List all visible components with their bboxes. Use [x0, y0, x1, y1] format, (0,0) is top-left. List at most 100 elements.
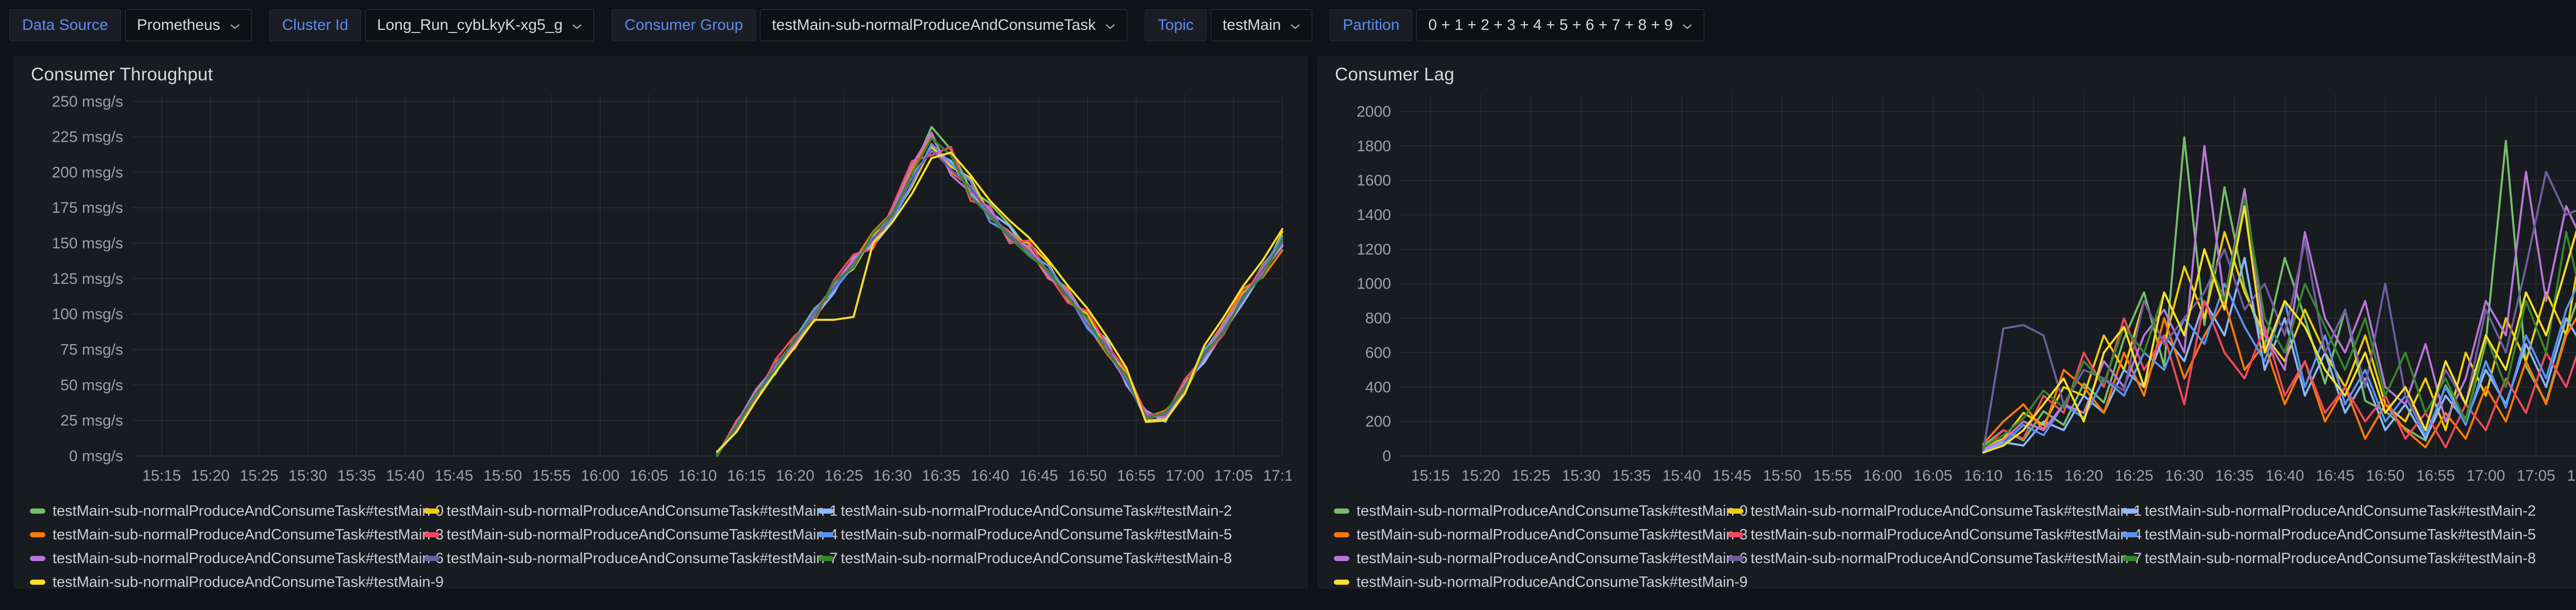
y-tick-label: 1600: [1357, 172, 1391, 189]
legend-label: testMain-sub-normalProduceAndConsumeTask…: [1751, 527, 2142, 544]
x-tick-label: 17:00: [1165, 467, 1204, 484]
x-tick-label: 16:55: [2416, 467, 2455, 484]
series-color-swatch: [424, 532, 439, 537]
legend-label: testMain-sub-normalProduceAndConsumeTask…: [53, 527, 444, 544]
x-tick-label: 15:55: [1813, 467, 1852, 484]
legend-label: testMain-sub-normalProduceAndConsumeTask…: [841, 550, 1232, 567]
series-color-swatch: [2122, 556, 2138, 561]
legend-item-0[interactable]: testMain-sub-normalProduceAndConsumeTask…: [30, 503, 424, 520]
legend-item-8[interactable]: testMain-sub-normalProduceAndConsumeTask…: [818, 550, 1212, 567]
lag-chart[interactable]: 15:1515:2015:2515:3015:3515:4015:4515:50…: [1331, 87, 2576, 499]
legend-item-5[interactable]: testMain-sub-normalProduceAndConsumeTask…: [2122, 527, 2516, 544]
legend-item-3[interactable]: testMain-sub-normalProduceAndConsumeTask…: [30, 527, 424, 544]
series-line-7: [717, 149, 1282, 454]
legend-item-6[interactable]: testMain-sub-normalProduceAndConsumeTask…: [30, 550, 424, 567]
series-line-2: [717, 151, 1282, 456]
legend-item-1[interactable]: testMain-sub-normalProduceAndConsumeTask…: [1728, 503, 2122, 520]
variable-select-partition[interactable]: 0 + 1 + 2 + 3 + 4 + 5 + 6 + 7 + 8 + 9: [1416, 9, 1704, 41]
chevron-down-icon: [1290, 23, 1300, 30]
x-tick-label: 17:05: [2517, 467, 2555, 484]
series-color-swatch: [1334, 580, 1349, 585]
y-tick-label: 400: [1365, 379, 1391, 396]
x-tick-label: 16:10: [679, 467, 717, 484]
legend-item-4[interactable]: testMain-sub-normalProduceAndConsumeTask…: [1728, 527, 2122, 544]
x-tick-label: 15:45: [435, 467, 473, 484]
legend-item-8[interactable]: testMain-sub-normalProduceAndConsumeTask…: [2122, 550, 2516, 567]
x-tick-label: 16:55: [1117, 467, 1156, 484]
variable-value-data-source: Prometheus: [137, 16, 221, 34]
y-tick-label: 800: [1365, 310, 1391, 327]
x-tick-label: 16:50: [1068, 467, 1107, 484]
x-tick-label: 15:25: [240, 467, 278, 484]
series-color-swatch: [2122, 509, 2138, 514]
throughput-chart[interactable]: 15:1515:2015:2515:3015:3515:4015:4515:50…: [27, 87, 1292, 499]
legend: testMain-sub-normalProduceAndConsumeTask…: [1334, 499, 2576, 594]
variable-select-topic[interactable]: testMain: [1211, 9, 1312, 41]
legend-item-2[interactable]: testMain-sub-normalProduceAndConsumeTask…: [2122, 503, 2516, 520]
legend-label: testMain-sub-normalProduceAndConsumeTask…: [2145, 527, 2536, 544]
legend-item-2[interactable]: testMain-sub-normalProduceAndConsumeTask…: [818, 503, 1212, 520]
legend-item-7[interactable]: testMain-sub-normalProduceAndConsumeTask…: [424, 550, 818, 567]
y-tick-label: 200 msg/s: [52, 164, 123, 181]
y-tick-label: 150 msg/s: [52, 235, 123, 252]
series-line-6: [1984, 146, 2576, 449]
legend-item-9[interactable]: testMain-sub-normalProduceAndConsumeTask…: [1334, 574, 1728, 591]
legend-label: testMain-sub-normalProduceAndConsumeTask…: [1357, 574, 1748, 591]
variable-topic: Topic testMain: [1145, 9, 1312, 41]
series-color-swatch: [818, 532, 834, 537]
variable-partition: Partition 0 + 1 + 2 + 3 + 4 + 5 + 6 + 7 …: [1330, 9, 1704, 41]
legend-item-7[interactable]: testMain-sub-normalProduceAndConsumeTask…: [1728, 550, 2122, 567]
dashboard-variables-bar: Data Source Prometheus Cluster Id Long_R…: [9, 7, 2567, 43]
legend-label: testMain-sub-normalProduceAndConsumeTask…: [2145, 503, 2536, 520]
x-tick-label: 16:20: [2064, 467, 2103, 484]
y-tick-label: 25 msg/s: [60, 412, 123, 429]
x-tick-label: 16:20: [776, 467, 815, 484]
x-tick-label: 16:00: [1863, 467, 1902, 484]
panel-title: Consumer Throughput: [31, 64, 213, 85]
series-color-swatch: [30, 556, 45, 561]
variable-select-cluster-id[interactable]: Long_Run_cybLkyK-xg5_g: [365, 9, 594, 41]
series-line-6: [717, 132, 1282, 456]
x-tick-label: 16:15: [727, 467, 766, 484]
legend-item-6[interactable]: testMain-sub-normalProduceAndConsumeTask…: [1334, 550, 1728, 567]
legend-label: testMain-sub-normalProduceAndConsumeTask…: [447, 527, 838, 544]
variable-label-consumer-group: Consumer Group: [612, 9, 756, 41]
variable-select-consumer-group[interactable]: testMain-sub-normalProduceAndConsumeTask: [760, 9, 1127, 41]
y-tick-label: 1800: [1357, 138, 1391, 155]
legend-label: testMain-sub-normalProduceAndConsumeTask…: [1751, 503, 2142, 520]
series-line-5: [717, 144, 1282, 453]
variable-consumer-group: Consumer Group testMain-sub-normalProduc…: [612, 9, 1127, 41]
x-tick-label: 15:20: [1462, 467, 1500, 484]
chevron-down-icon: [230, 23, 240, 30]
series-line-9: [717, 152, 1282, 452]
x-tick-label: 16:10: [1964, 467, 2003, 484]
y-tick-label: 225 msg/s: [52, 129, 123, 146]
series-color-swatch: [30, 580, 45, 585]
x-tick-label: 16:15: [2014, 467, 2053, 484]
legend-item-0[interactable]: testMain-sub-normalProduceAndConsumeTask…: [1334, 503, 1728, 520]
x-tick-label: 15:15: [142, 467, 181, 484]
y-tick-label: 0: [1382, 448, 1391, 465]
series-color-swatch: [30, 509, 45, 514]
legend-label: testMain-sub-normalProduceAndConsumeTask…: [447, 503, 838, 520]
y-tick-label: 100 msg/s: [52, 306, 123, 323]
legend-item-9[interactable]: testMain-sub-normalProduceAndConsumeTask…: [30, 574, 424, 591]
legend-item-5[interactable]: testMain-sub-normalProduceAndConsumeTask…: [818, 527, 1212, 544]
legend-label: testMain-sub-normalProduceAndConsumeTask…: [1357, 550, 1748, 567]
series-color-swatch: [1334, 532, 1349, 537]
variable-label-topic: Topic: [1145, 9, 1207, 41]
series-line-0: [1984, 138, 2576, 446]
x-tick-label: 15:15: [1411, 467, 1450, 484]
x-tick-label: 15:45: [1713, 467, 1751, 484]
y-tick-label: 1200: [1357, 241, 1391, 258]
x-tick-label: 15:55: [532, 467, 571, 484]
legend-item-1[interactable]: testMain-sub-normalProduceAndConsumeTask…: [424, 503, 818, 520]
series-color-swatch: [424, 556, 439, 561]
variable-select-data-source[interactable]: Prometheus: [125, 9, 252, 41]
legend-item-4[interactable]: testMain-sub-normalProduceAndConsumeTask…: [424, 527, 818, 544]
x-tick-label: 16:35: [922, 467, 960, 484]
legend-item-3[interactable]: testMain-sub-normalProduceAndConsumeTask…: [1334, 527, 1728, 544]
x-tick-label: 15:30: [1562, 467, 1601, 484]
x-tick-label: 15:40: [386, 467, 425, 484]
legend-label: testMain-sub-normalProduceAndConsumeTask…: [53, 574, 444, 591]
